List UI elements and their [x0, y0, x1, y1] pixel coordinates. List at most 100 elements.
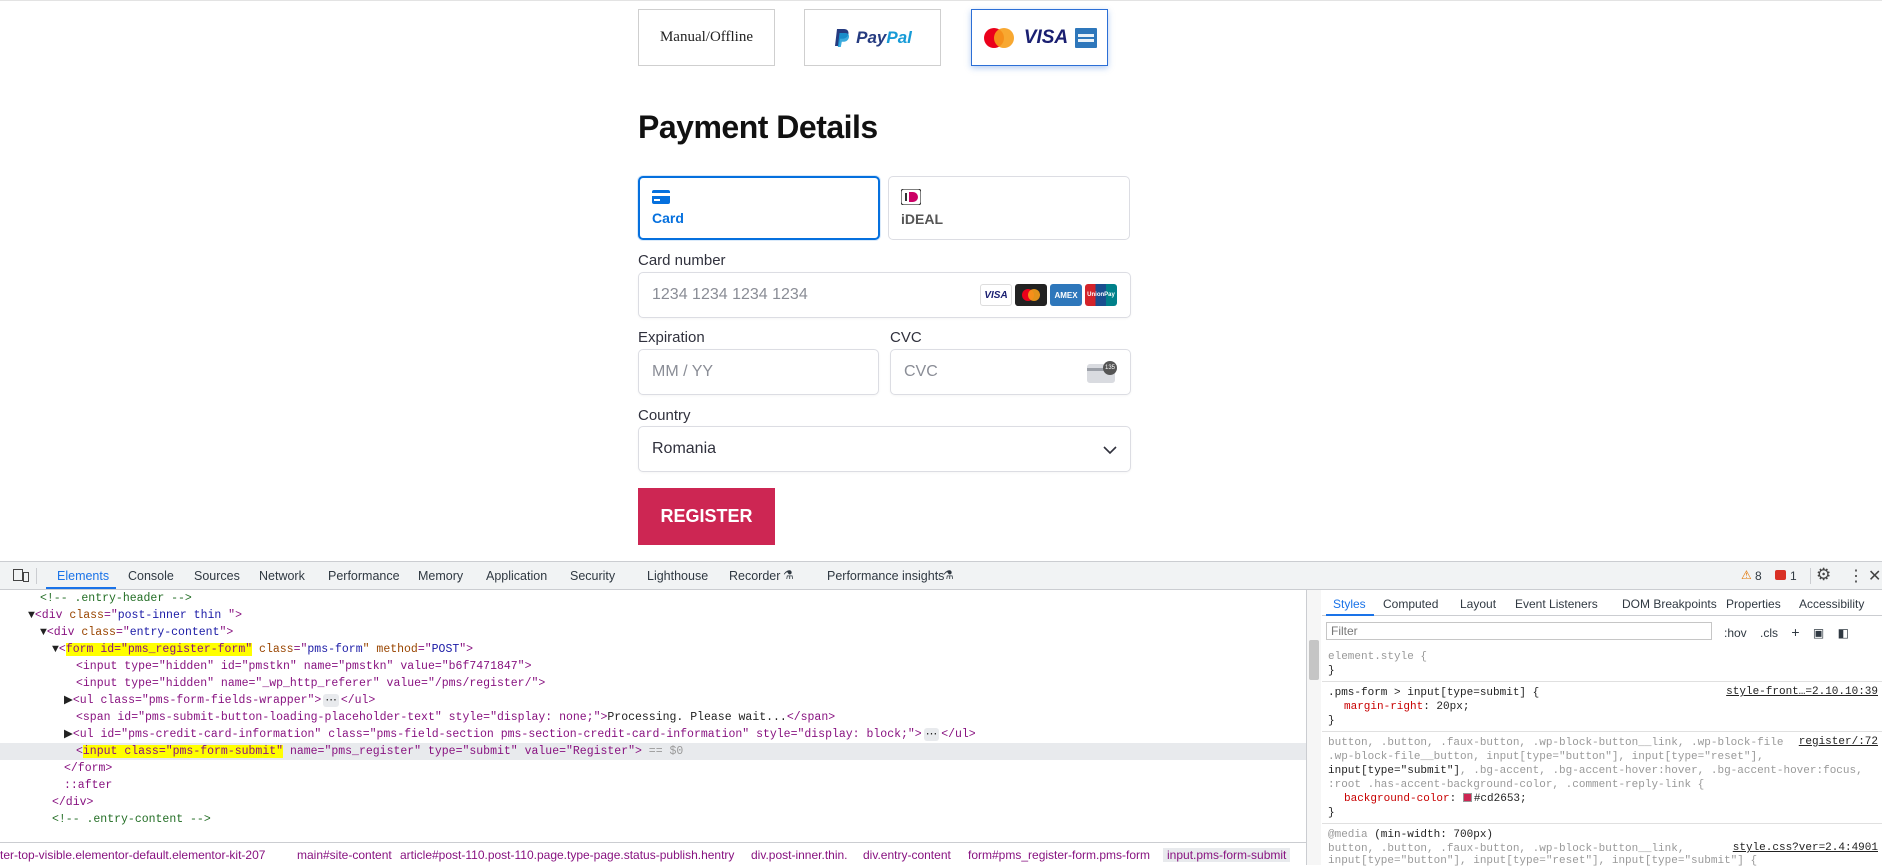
- chevron-down-icon: [1103, 446, 1117, 455]
- gear-icon[interactable]: ⚙: [1816, 565, 1831, 585]
- breadcrumb-item[interactable]: form#pms_register-form.pms-form: [968, 848, 1150, 862]
- rule-close: }: [1328, 665, 1335, 677]
- tab-network[interactable]: Network: [259, 569, 305, 583]
- close-icon[interactable]: ✕: [1868, 566, 1881, 586]
- ideal-icon: [900, 188, 922, 206]
- device-toolbar-icon[interactable]: [13, 569, 29, 583]
- rule-divider: [1322, 731, 1882, 732]
- breadcrumb: ter-top-visible.elementor-default.elemen…: [0, 842, 1306, 865]
- css-source-link[interactable]: style-front…=2.10.10:39: [1726, 686, 1878, 698]
- rule-close: }: [1328, 715, 1335, 727]
- paypal-wordmark: PayPal: [856, 27, 912, 47]
- dom-line[interactable]: <input type="hidden" name="_wp_http_refe…: [0, 675, 1306, 692]
- tab-performance[interactable]: Performance: [328, 569, 400, 583]
- paint-icon[interactable]: ▣: [1813, 626, 1824, 640]
- css-rule-selector[interactable]: button, .button, .faux-button, .wp-block…: [1328, 736, 1783, 750]
- dom-line[interactable]: </form>: [0, 760, 1306, 777]
- breadcrumb-item[interactable]: div.post-inner.thin.: [751, 848, 848, 862]
- dom-line[interactable]: </div>: [0, 794, 1306, 811]
- dom-line[interactable]: ▼<div class="post-inner thin ">: [0, 607, 1306, 624]
- dom-line-selected[interactable]: <input class="pms-form-submit" name="pms…: [0, 743, 1306, 760]
- dom-line[interactable]: <span id="pms-submit-button-loading-plac…: [0, 709, 1306, 726]
- tab-properties[interactable]: Properties: [1726, 597, 1781, 611]
- css-rule-element-style: element.style {: [1328, 651, 1428, 663]
- amex-icon: [1075, 27, 1098, 48]
- expiration-label: Expiration: [638, 329, 705, 346]
- css-rule-selector: :root .has-accent-background-color, .com…: [1328, 779, 1705, 791]
- styles-sidebar: Styles Computed Layout Event Listeners D…: [1322, 590, 1882, 867]
- rule-divider: [1322, 681, 1882, 682]
- register-button[interactable]: REGISTER: [638, 488, 775, 545]
- scrollbar[interactable]: [1307, 590, 1321, 865]
- tab-event-listeners[interactable]: Event Listeners: [1515, 597, 1598, 611]
- tab-sources[interactable]: Sources: [194, 569, 240, 583]
- css-declaration[interactable]: background-color: #cd2653;: [1344, 792, 1527, 806]
- card-icon: [652, 190, 670, 204]
- breadcrumb-item[interactable]: main#site-content: [297, 848, 392, 862]
- css-source-link[interactable]: style.css?ver=2.4:4901: [1733, 842, 1878, 854]
- tab-elements[interactable]: Elements: [57, 569, 109, 583]
- paypal-icon: [835, 28, 850, 47]
- dom-line[interactable]: ▼<div class="entry-content">: [0, 624, 1306, 641]
- visa-brand-icon: VISA: [980, 284, 1012, 306]
- gateway-manual-option[interactable]: Manual/Offline: [638, 9, 775, 66]
- cvc-input[interactable]: CVC 135: [890, 349, 1131, 395]
- country-value: Romania: [652, 440, 717, 457]
- gateway-card-option[interactable]: VISA: [971, 9, 1108, 66]
- hover-state-toggle[interactable]: :hov: [1724, 626, 1747, 640]
- breadcrumb-item-active[interactable]: input.pms-form-submit: [1163, 848, 1291, 862]
- card-number-input[interactable]: 1234 1234 1234 1234 VISA AMEX UnionPay: [638, 272, 1131, 318]
- amex-brand-icon: AMEX: [1050, 284, 1082, 306]
- tab-memory[interactable]: Memory: [418, 569, 463, 583]
- active-sidebar-tab-indicator: [1326, 614, 1374, 616]
- country-select[interactable]: Romania: [638, 426, 1131, 472]
- tab-console[interactable]: Console: [128, 569, 174, 583]
- expiration-input[interactable]: MM / YY: [638, 349, 879, 395]
- gateway-manual-label: Manual/Offline: [659, 29, 754, 45]
- payment-method-card-tab[interactable]: Card: [638, 176, 880, 240]
- tab-dom-breakpoints[interactable]: DOM Breakpoints: [1622, 597, 1717, 611]
- tab-security[interactable]: Security: [570, 569, 615, 583]
- tab-application[interactable]: Application: [486, 569, 547, 583]
- flask-icon: ⚗: [943, 568, 954, 582]
- more-options-icon[interactable]: ⋮: [1848, 566, 1864, 586]
- tab-computed[interactable]: Computed: [1383, 597, 1438, 611]
- tab-layout[interactable]: Layout: [1460, 597, 1496, 611]
- ideal-tab-label: iDEAL: [901, 211, 943, 227]
- css-source-link[interactable]: register/:72: [1799, 736, 1878, 748]
- tab-accessibility[interactable]: Accessibility: [1799, 597, 1864, 611]
- breadcrumb-item[interactable]: ter-top-visible.elementor-default.elemen…: [0, 848, 265, 862]
- payment-method-ideal-tab[interactable]: iDEAL: [888, 176, 1130, 240]
- dom-line[interactable]: <input type="hidden" id="pmstkn" name="p…: [0, 658, 1306, 675]
- mastercard-brand-icon: [1015, 284, 1047, 306]
- rule-close: }: [1328, 807, 1335, 819]
- breadcrumb-item[interactable]: div.entry-content: [863, 848, 951, 862]
- tab-styles[interactable]: Styles: [1333, 597, 1366, 611]
- color-swatch[interactable]: [1462, 793, 1472, 802]
- tab-performance-insights[interactable]: Performance insights: [827, 569, 944, 583]
- new-rule-icon[interactable]: +: [1791, 624, 1799, 640]
- gateway-paypal-option[interactable]: PayPal: [804, 9, 941, 66]
- tab-lighthouse[interactable]: Lighthouse: [647, 569, 708, 583]
- cvc-placeholder: CVC: [904, 363, 938, 380]
- mastercard-icon: [983, 27, 1014, 48]
- web-page: Manual/Offline PayPal VISA Payment Detai…: [0, 0, 1882, 561]
- css-rule-selector[interactable]: .pms-form > input[type=submit] {: [1328, 686, 1539, 700]
- error-count[interactable]: 1: [1790, 569, 1797, 583]
- breadcrumb-item[interactable]: article#post-110.post-110.page.type-page…: [400, 848, 734, 862]
- dom-line[interactable]: <!-- .entry-header -->: [0, 590, 1306, 607]
- dom-line[interactable]: ▶<ul class="pms-form-fields-wrapper"> ⋯ </…: [0, 692, 1306, 709]
- styles-filter-input[interactable]: Filter: [1326, 622, 1712, 640]
- dom-line[interactable]: ::after: [0, 777, 1306, 794]
- devtools-panel: Elements Console Sources Network Perform…: [0, 561, 1882, 867]
- warning-count[interactable]: 8: [1755, 569, 1762, 583]
- tab-recorder[interactable]: Recorder: [729, 569, 780, 583]
- dom-line[interactable]: <!-- .entry-content -->: [0, 811, 1306, 828]
- class-toggle[interactable]: .cls: [1760, 626, 1778, 640]
- dom-line[interactable]: ▶<ul id="pms-credit-card-information" cl…: [0, 726, 1306, 743]
- card-tab-label: Card: [652, 210, 684, 226]
- css-declaration[interactable]: margin-right: 20px;: [1344, 700, 1469, 714]
- dom-line[interactable]: ▼<form id="pms_register-form" class="pms…: [0, 641, 1306, 658]
- sidebar-toggle-icon[interactable]: ◧: [1838, 626, 1849, 640]
- styles-toolbar: :hov .cls + ▣ ◧: [1724, 624, 1849, 640]
